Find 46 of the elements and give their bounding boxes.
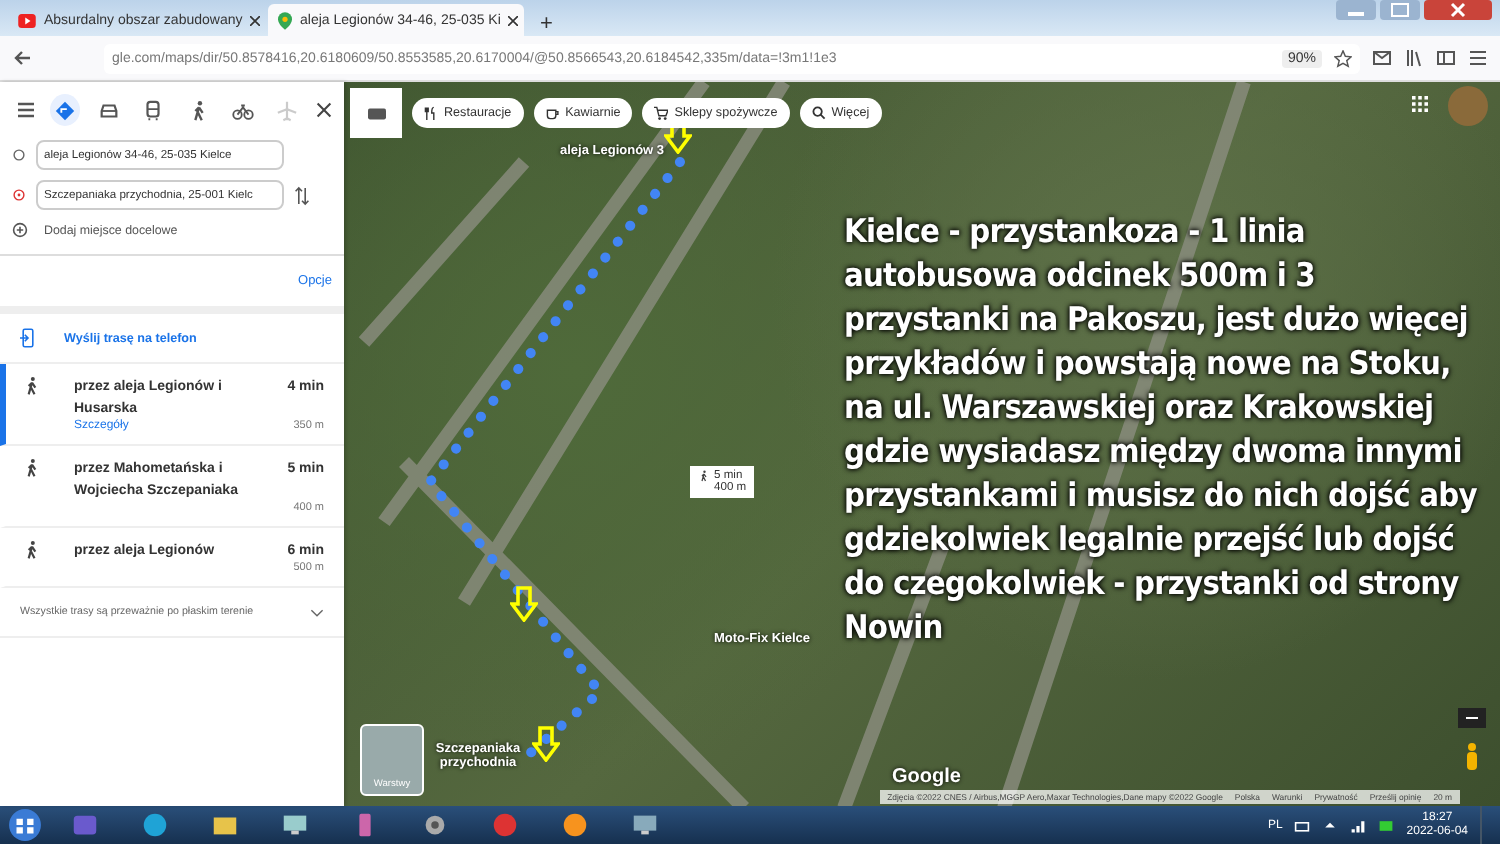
walking-person-icon (22, 540, 42, 560)
library-icon[interactable] (1404, 48, 1424, 68)
map-caption: Kielce - przystankoza - 1 linia autobusowa odcinek 500m i 3 przystanki na Pakoszu, jest dużo więcej przykładów i powstają nowe na Stoku, na ul. Warszawskiej oraz Krakowskiej gdzie wysiadasz między dwoma innymi przystankami i musisz do nich dojść aby gdziekolwiek legalnie przejść lub dojść do czegokolwiek - przystanki od strony Nowin (844, 210, 1479, 650)
zoom-out-icon[interactable] (1458, 708, 1486, 728)
destination-pin-icon (12, 188, 26, 202)
route-icon[interactable] (50, 94, 81, 126)
back-arrow-icon[interactable] (12, 48, 32, 68)
menu-icon[interactable] (16, 100, 36, 120)
sidebar-icon[interactable] (1436, 48, 1456, 68)
satellite-map[interactable] (344, 82, 1500, 806)
close-icon[interactable] (250, 15, 261, 25)
down-arrow-icon (532, 726, 560, 762)
video-icon (18, 13, 36, 27)
star-icon[interactable] (1334, 49, 1352, 67)
gear-icon[interactable] (420, 810, 450, 840)
swap-arrows-icon[interactable] (294, 185, 310, 205)
chevron-up-icon[interactable] (1322, 817, 1339, 833)
monitor-icon[interactable] (280, 810, 310, 840)
network-icon[interactable] (1350, 817, 1367, 833)
google-logo: Google (892, 766, 961, 788)
walking-person-icon (22, 376, 42, 396)
pegman-icon[interactable] (1464, 742, 1480, 770)
cup-icon (545, 106, 560, 120)
menu-icon[interactable] (1468, 48, 1488, 68)
search-icon (811, 106, 826, 120)
keyboard-button[interactable] (350, 88, 402, 138)
keyboard-icon (367, 107, 385, 119)
phone-icon[interactable] (20, 328, 36, 348)
map-pin-icon (278, 11, 292, 29)
close-icon[interactable] (508, 15, 519, 25)
apps-grid-icon[interactable] (1412, 96, 1428, 112)
walking-person-icon (698, 470, 710, 482)
start-button[interactable] (8, 808, 42, 842)
add-circle-icon[interactable] (12, 222, 28, 238)
origin-circle-icon (12, 148, 26, 162)
cart-icon (654, 106, 669, 120)
new-tab-button[interactable]: + (528, 12, 565, 36)
mail-icon[interactable] (1372, 48, 1392, 68)
fork-knife-icon (424, 106, 438, 120)
keyboard-icon[interactable] (1294, 817, 1311, 833)
chevron-down-icon[interactable] (310, 607, 324, 617)
monitor-icon[interactable] (630, 810, 660, 840)
down-arrow-icon (510, 586, 538, 622)
walking-person-icon (22, 458, 42, 478)
battery-icon[interactable] (1378, 817, 1395, 833)
close-icon[interactable] (316, 102, 333, 118)
